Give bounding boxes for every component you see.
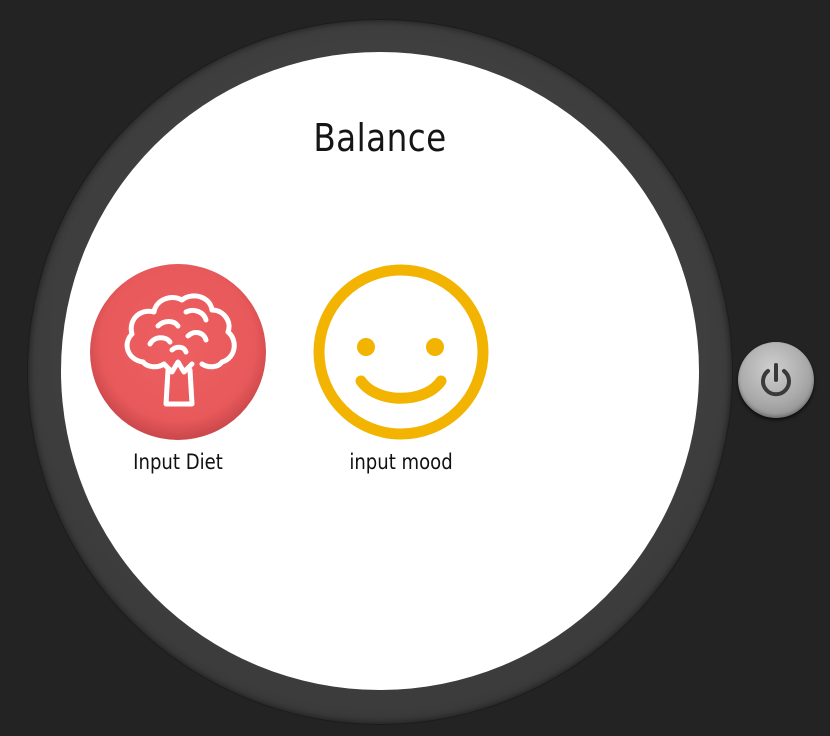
input-diet-app[interactable]: Input Diet [88, 264, 268, 474]
input-diet-label: Input Diet [133, 450, 223, 474]
app-title: Balance [313, 116, 447, 160]
input-mood-label: input mood [349, 450, 453, 474]
watch-stage: Balance Input Diet input mood [0, 0, 830, 736]
power-icon [761, 363, 791, 397]
watch-screen: Balance Input Diet input mood [61, 52, 699, 690]
input-mood-app[interactable]: input mood [311, 264, 491, 474]
smiley-icon[interactable] [311, 264, 491, 444]
broccoli-icon[interactable] [88, 264, 268, 444]
power-button[interactable] [738, 342, 814, 418]
